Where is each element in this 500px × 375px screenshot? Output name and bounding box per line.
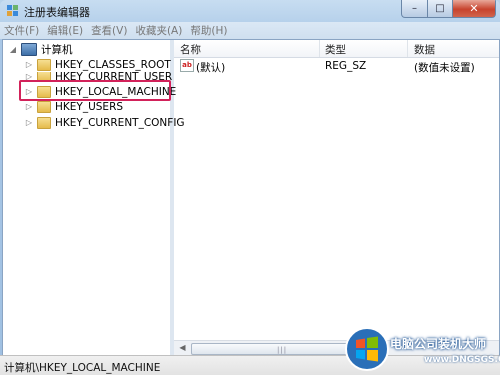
folder-icon: [37, 116, 51, 129]
tree-item-hkey-current-config[interactable]: ▷ HKEY_CURRENT_CONFIG: [25, 115, 185, 130]
column-divider[interactable]: [319, 40, 320, 57]
status-path: 计算机\HKEY_LOCAL_MACHINE: [4, 362, 161, 374]
collapse-arrow-icon[interactable]: ◢: [9, 45, 17, 54]
tree-item-label: HKEY_USERS: [55, 100, 124, 113]
tree-item-label: 计算机: [41, 44, 73, 56]
column-header-name[interactable]: 名称: [180, 42, 201, 57]
expand-arrow-icon[interactable]: ▷: [25, 118, 33, 127]
tree-item-computer[interactable]: ◢ 计算机: [9, 42, 73, 57]
menu-bar: 文件(F) 编辑(E) 查看(V) 收藏夹(A) 帮助(H): [0, 22, 500, 39]
menu-edit[interactable]: 编辑(E): [43, 23, 87, 38]
list-header: 名称 类型 数据: [174, 40, 499, 58]
menu-favorites[interactable]: 收藏夹(A): [131, 23, 186, 38]
value-type: REG_SZ: [325, 60, 367, 72]
watermark-brand: 电脑公司装机大师: [390, 337, 487, 351]
highlight-box: [19, 80, 171, 101]
grip-icon: |||: [277, 346, 288, 354]
computer-icon: [21, 43, 37, 56]
maximize-button[interactable]: □: [428, 0, 453, 18]
expand-arrow-icon[interactable]: ▷: [25, 60, 33, 69]
tree-item-label: HKEY_CLASSES_ROOT: [55, 58, 171, 71]
main-content: ◢ 计算机 ▷ HKEY_CLASSES_ROOT ▷ HKEY_CURRENT…: [2, 39, 500, 356]
windows-logo-icon: [345, 327, 389, 371]
column-divider[interactable]: [407, 40, 408, 57]
window-title: 注册表编辑器: [24, 6, 90, 19]
caption-buttons: – □ ✕: [401, 0, 496, 19]
menu-view[interactable]: 查看(V): [87, 23, 131, 38]
folder-icon: [37, 58, 51, 71]
column-header-type[interactable]: 类型: [325, 42, 346, 57]
string-value-icon: ab: [180, 59, 194, 72]
minimize-button[interactable]: –: [401, 0, 428, 18]
values-list: 名称 类型 数据 ab (默认) REG_SZ (数值未设置): [174, 40, 499, 355]
watermark-url: www.DNGSGS.COM: [424, 355, 500, 365]
close-button[interactable]: ✕: [453, 0, 496, 18]
column-header-data[interactable]: 数据: [414, 42, 435, 57]
folder-icon: [37, 100, 51, 113]
value-data: (数值未设置): [414, 62, 475, 74]
registry-editor-window: 注册表编辑器 – □ ✕ 文件(F) 编辑(E) 查看(V) 收藏夹(A) 帮助…: [0, 0, 500, 375]
scroll-left-arrow-icon[interactable]: ◀: [176, 342, 189, 354]
menu-file[interactable]: 文件(F): [0, 23, 43, 38]
regedit-app-icon: [7, 5, 18, 16]
tree-item-hkey-users[interactable]: ▷ HKEY_USERS: [25, 99, 123, 114]
tree-item-label: HKEY_CURRENT_CONFIG: [55, 116, 185, 129]
title-bar[interactable]: 注册表编辑器 – □ ✕: [0, 0, 500, 22]
value-name: (默认): [196, 62, 226, 74]
expand-arrow-icon[interactable]: ▷: [25, 102, 33, 111]
tree-item-hkey-classes-root[interactable]: ▷ HKEY_CLASSES_ROOT: [25, 57, 171, 72]
registry-tree: ◢ 计算机 ▷ HKEY_CLASSES_ROOT ▷ HKEY_CURRENT…: [3, 40, 185, 355]
menu-help[interactable]: 帮助(H): [186, 23, 231, 38]
table-row[interactable]: ab (默认) REG_SZ (数值未设置): [174, 58, 499, 74]
watermark-badge: 电脑公司装机大师 www.DNGSGS.COM: [344, 326, 500, 375]
